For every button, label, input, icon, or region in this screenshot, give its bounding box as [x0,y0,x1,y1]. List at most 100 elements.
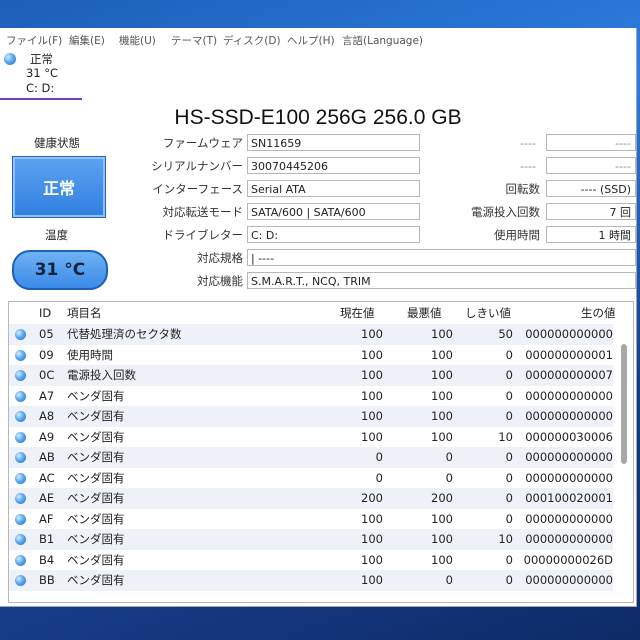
smart-raw-cell: 000000000000 [525,470,613,485]
smart-raw-cell: 000000030006 [525,429,613,444]
smart-row[interactable]: 05 代替処理済のセクタ数 100 100 50 000000000000 [9,324,613,345]
power-on-count-label: 電源投入回数 [471,205,540,219]
col-header-raw[interactable]: 生の値 [581,302,616,324]
smart-id-cell: AC [39,470,55,485]
col-header-id[interactable]: ID [39,302,51,324]
smart-raw-cell: 000000000000 [525,532,613,546]
smart-row[interactable]: B1 ベンダ固有 100 100 10 000000000000 [9,529,613,550]
smart-threshold-cell: 0 [505,368,513,382]
disk-tab-drive: C: D: [26,81,55,95]
smart-threshold-cell: 0 [505,409,513,423]
smart-raw-cell: 000000000001 [525,347,613,362]
rotation-label: 回転数 [505,182,541,196]
smart-threshold-cell: 0 [505,347,513,362]
smart-current-cell: 100 [361,532,383,546]
smart-name-cell: 代替処理済のセクタ数 [67,327,182,341]
col-header-worst[interactable]: 最悪値 [407,302,442,324]
firmware-label: ファームウェア [162,136,243,150]
blank-field-1: ---- [446,134,541,151]
health-status-button[interactable]: 正常 [12,156,106,218]
rotation-field: ---- (SSD) [546,180,636,197]
temperature-label: 温度 [45,228,68,242]
smart-row[interactable]: A9 ベンダ固有 100 100 10 000000030006 [9,427,613,448]
smart-worst-cell: 100 [431,409,453,423]
status-dot-icon [15,431,26,443]
smart-threshold-cell: 0 [505,388,513,403]
smart-name-cell: ベンダ固有 [67,429,125,444]
smart-id-cell: AF [39,511,54,526]
smart-worst-cell: 0 [445,450,453,464]
col-header-threshold[interactable]: しきい値 [465,302,511,324]
smart-id-cell: AE [39,491,55,505]
smart-threshold-cell: 0 [505,573,513,587]
serial-label: シリアルナンバー [151,159,243,173]
smart-current-cell: 100 [361,511,383,526]
menu-file[interactable]: ファイル(F) [6,33,62,48]
smart-table: ID 項目名 現在値 最悪値 しきい値 生の値 05 代替処理済のセクタ数 100 1… [8,301,634,603]
menu-edit[interactable]: 編集(E) [69,33,105,48]
smart-current-cell: 100 [361,552,383,567]
smart-raw-cell: 000000000000 [525,388,613,403]
smart-row[interactable]: AB ベンダ固有 0 0 0 000000000000 [9,447,613,468]
smart-raw-cell: 000000000000 [525,450,613,464]
vertical-scrollbar[interactable] [615,302,633,602]
smart-current-cell: 100 [361,388,383,403]
power-on-hours-field: 1 時間 [546,226,636,243]
smart-name-cell: ベンダ固有 [67,573,125,587]
health-label: 健康状態 [34,136,80,150]
smart-row[interactable]: AC ベンダ固有 0 0 0 000000000000 [9,468,613,489]
smart-row[interactable]: AF ベンダ固有 100 100 0 000000000000 [9,509,613,530]
smart-current-cell: 0 [375,470,383,485]
drive-letter-field: C: D: [247,226,420,243]
smart-name-cell: ベンダ固有 [67,532,125,546]
features-label: 対応機能 [197,274,243,288]
status-dot-icon [15,472,26,484]
smart-name-cell: ベンダ固有 [67,491,125,505]
smart-name-cell: ベンダ固有 [67,409,125,423]
smart-name-cell: ベンダ固有 [67,511,125,526]
smart-row[interactable]: 09 使用時間 100 100 0 000000000001 [9,345,613,366]
menu-theme[interactable]: テーマ(T) [171,33,217,48]
smart-row[interactable]: 0C 電源投入回数 100 100 0 000000000007 [9,365,613,386]
tab-selected-indicator [0,98,82,100]
smart-id-cell: A7 [39,388,55,403]
disk-tab[interactable]: 正常 31 °C C: D: [0,50,82,100]
smart-threshold-cell: 0 [505,552,513,567]
smart-row[interactable]: B4 ベンダ固有 100 100 0 00000000026D [9,550,613,571]
smart-current-cell: 200 [361,491,383,505]
power-on-count-field: 7 回 [546,203,636,220]
smart-worst-cell: 200 [431,491,453,505]
model-title: HS-SSD-E100 256G 256.0 GB [174,106,462,129]
smart-worst-cell: 100 [431,368,453,382]
scrollbar-thumb[interactable] [621,344,627,464]
health-status-icon [4,53,16,65]
smart-worst-cell: 100 [431,388,453,403]
smart-row[interactable]: AE ベンダ固有 200 200 0 000100020001 [9,488,613,509]
smart-worst-cell: 0 [445,470,453,485]
smart-worst-cell: 0 [445,573,453,587]
smart-id-cell: B4 [39,552,55,567]
smart-raw-cell: 000000000007 [525,368,613,382]
smart-id-cell: A9 [39,429,55,444]
menu-function[interactable]: 機能(U) [119,33,156,48]
features-field: S.M.A.R.T., NCQ, TRIM [247,272,636,289]
smart-raw-cell: 000000000000 [525,327,613,341]
status-dot-icon [15,349,26,361]
smart-row[interactable]: BB ベンダ固有 100 0 0 000000000000 [9,570,613,591]
col-header-current[interactable]: 現在値 [340,302,375,324]
status-dot-icon [15,452,26,463]
menu-help[interactable]: ヘルプ(H) [287,33,335,48]
menu-bar: ファイル(F) 編集(E) 機能(U) テーマ(T) ディスク(D) ヘルプ(H… [0,28,636,50]
power-on-hours-label: 使用時間 [494,228,540,242]
smart-row[interactable]: A7 ベンダ固有 100 100 0 000000000000 [9,386,613,407]
menu-language[interactable]: 言語(Language) [342,33,423,48]
smart-threshold-cell: 0 [505,450,513,464]
menu-disk[interactable]: ディスク(D) [223,33,281,48]
smart-name-cell: ベンダ固有 [67,552,125,567]
smart-row[interactable]: A8 ベンダ固有 100 100 0 000000000000 [9,406,613,427]
smart-id-cell: AB [39,450,55,464]
blank-field-4: ---- [546,157,636,174]
smart-id-cell: B1 [39,532,55,546]
col-header-name[interactable]: 項目名 [67,302,102,324]
smart-id-cell: A8 [39,409,55,423]
